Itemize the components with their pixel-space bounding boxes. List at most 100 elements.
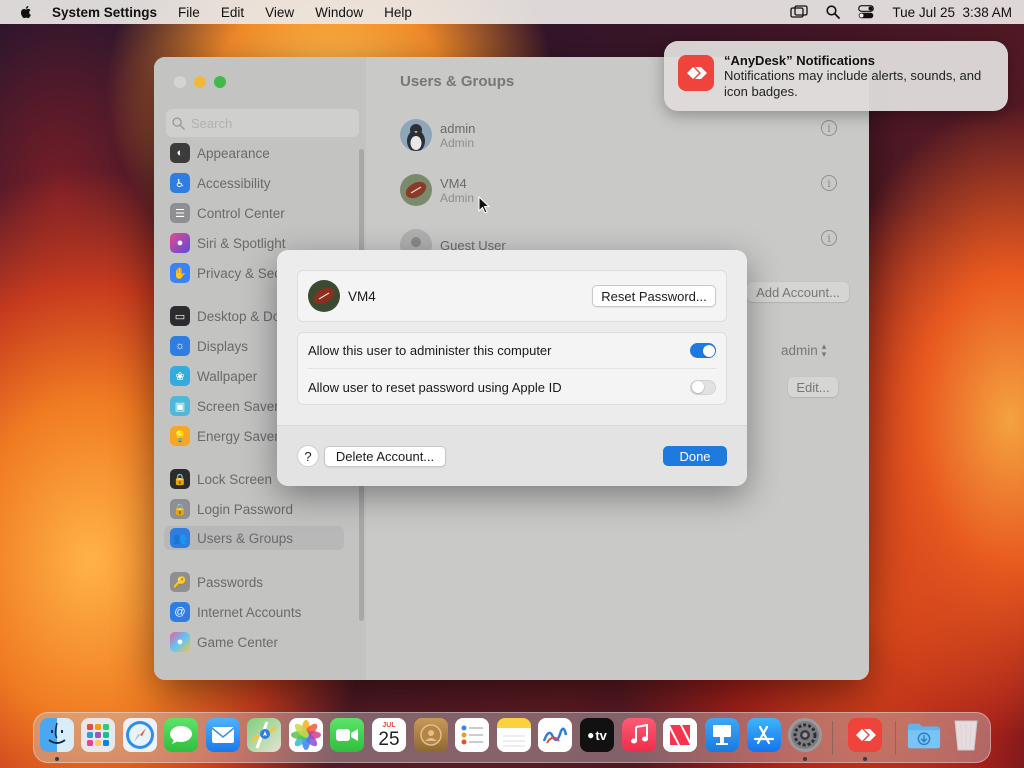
reset-password-button[interactable]: Reset Password...: [592, 285, 716, 307]
downloads-folder-icon[interactable]: [907, 718, 941, 752]
running-indicator: [803, 757, 807, 761]
edit-button[interactable]: Edit...: [788, 377, 838, 397]
privacy-hand-icon: ✋: [170, 263, 190, 283]
user-details-sheet: VM4 Reset Password... Allow this user to…: [277, 250, 747, 486]
finder-icon[interactable]: [40, 718, 74, 752]
calendar-day: 25: [378, 728, 400, 750]
sidebar-item-label: Passwords: [197, 574, 264, 590]
screen-saver-icon: ▣: [170, 396, 190, 416]
photos-icon[interactable]: [289, 718, 323, 752]
automatic-login-popup[interactable]: admin ▴ ▾: [781, 341, 827, 359]
maps-icon[interactable]: [247, 718, 281, 752]
sidebar-item-label: Screen Saver: [197, 398, 279, 414]
search-icon[interactable]: [826, 5, 841, 19]
messages-icon[interactable]: [164, 718, 198, 752]
menu-edit[interactable]: Edit: [221, 5, 244, 20]
sidebar-item-label: Desktop & Do: [197, 308, 281, 324]
user-role: Admin: [440, 190, 475, 205]
running-indicator: [863, 757, 867, 761]
control-center-icon[interactable]: [858, 5, 875, 19]
sidebar-item-appearance[interactable]: ◐ Appearance: [170, 141, 344, 165]
user-role: Admin: [440, 135, 475, 150]
launchpad-icon[interactable]: [81, 718, 115, 752]
sidebar-search-field[interactable]: Search: [166, 109, 359, 137]
apple-id-reset-option-row: Allow user to reset password using Apple…: [308, 369, 716, 405]
delete-account-button[interactable]: Delete Account...: [324, 446, 446, 467]
football-avatar: [400, 174, 432, 206]
menu-file[interactable]: File: [178, 5, 200, 20]
users-groups-icon: 👥: [170, 528, 190, 548]
mail-icon[interactable]: [206, 718, 240, 752]
safari-icon[interactable]: [123, 718, 157, 752]
screen-mirroring-icon[interactable]: [790, 5, 809, 19]
sidebar-item-login-password[interactable]: 🔒 Login Password: [170, 497, 344, 521]
contacts-icon[interactable]: [414, 718, 448, 752]
add-account-button[interactable]: Add Account...: [747, 282, 849, 302]
news-icon[interactable]: [663, 718, 697, 752]
info-icon[interactable]: i: [821, 120, 837, 136]
apple-menu-icon[interactable]: [18, 4, 34, 20]
menu-bar: System Settings File Edit View Window He…: [0, 0, 1024, 24]
keynote-icon[interactable]: [705, 718, 739, 752]
penguin-avatar: [400, 119, 432, 151]
help-button[interactable]: ?: [297, 445, 319, 467]
user-row-admin[interactable]: admin Admin: [400, 115, 475, 155]
music-icon[interactable]: [622, 718, 656, 752]
sidebar-item-passwords[interactable]: 🔑 Passwords: [170, 570, 344, 594]
facetime-icon[interactable]: [330, 718, 364, 752]
calendar-icon[interactable]: JUL 25: [372, 718, 406, 752]
apple-tv-icon[interactable]: ● tv: [580, 718, 614, 752]
anydesk-notification[interactable]: “AnyDesk” Notifications Notifications ma…: [664, 41, 1008, 111]
sidebar-item-accessibility[interactable]: ♿ Accessibility: [170, 171, 344, 195]
user-header-card: VM4 Reset Password...: [297, 270, 727, 322]
sidebar-item-label: Appearance: [197, 145, 270, 161]
user-name: VM4: [440, 175, 467, 191]
sidebar-item-internet-accounts[interactable]: @ Internet Accounts: [170, 600, 344, 624]
user-row-vm4[interactable]: VM4 Admin: [400, 170, 474, 210]
lock-screen-icon: 🔒: [170, 469, 190, 489]
notes-icon[interactable]: [497, 718, 531, 752]
app-menu[interactable]: System Settings: [52, 5, 157, 20]
chevron-updown-icon: ▴ ▾: [821, 341, 827, 359]
menu-window[interactable]: Window: [315, 5, 363, 20]
menu-help[interactable]: Help: [384, 5, 412, 20]
sidebar-item-users-groups[interactable]: 👥 Users & Groups: [164, 526, 344, 550]
running-indicator: [55, 757, 59, 761]
close-button[interactable]: [174, 76, 186, 88]
accessibility-icon: ♿: [170, 173, 190, 193]
info-icon[interactable]: i: [821, 230, 837, 246]
dialog-user-name: VM4: [348, 288, 376, 304]
sidebar-item-game-center[interactable]: ● Game Center: [170, 630, 344, 654]
admin-toggle[interactable]: [690, 343, 716, 358]
sidebar-item-label: Login Password: [197, 501, 294, 517]
admin-option-label: Allow this user to administer this compu…: [308, 343, 552, 358]
menu-view[interactable]: View: [265, 5, 294, 20]
done-button[interactable]: Done: [663, 446, 727, 466]
window-controls: [174, 76, 226, 88]
passwords-key-icon: 🔑: [170, 572, 190, 592]
sidebar-item-label: Control Center: [197, 205, 285, 221]
sidebar-item-control-center[interactable]: ☰ Control Center: [170, 201, 344, 225]
menubar-clock[interactable]: Tue Jul 25 3:38 AM: [892, 5, 1012, 20]
anydesk-icon[interactable]: [848, 718, 882, 752]
game-center-icon: ●: [170, 632, 190, 652]
app-store-icon[interactable]: [747, 718, 781, 752]
sheet-body: VM4 Reset Password... Allow this user to…: [277, 250, 747, 425]
appearance-icon: ◐: [170, 143, 190, 163]
minimize-button[interactable]: [194, 76, 206, 88]
reminders-icon[interactable]: [455, 718, 489, 752]
trash-icon[interactable]: [949, 718, 983, 752]
freeform-icon[interactable]: [538, 718, 572, 752]
zoom-button[interactable]: [214, 76, 226, 88]
info-icon[interactable]: i: [821, 175, 837, 191]
system-settings-icon[interactable]: [788, 718, 822, 752]
notification-title: “AnyDesk” Notifications: [724, 53, 875, 68]
apple-id-reset-toggle[interactable]: [690, 379, 716, 395]
control-center-icon: ☰: [170, 203, 190, 223]
displays-icon: ☼: [170, 336, 190, 356]
sidebar-item-label: Wallpaper: [197, 368, 258, 384]
pane-title: Users & Groups: [400, 73, 515, 90]
search-placeholder: Search: [191, 115, 233, 131]
sidebar-item-label: Game Center: [197, 634, 279, 650]
notification-body: Notifications may include alerts, sounds…: [724, 68, 982, 99]
